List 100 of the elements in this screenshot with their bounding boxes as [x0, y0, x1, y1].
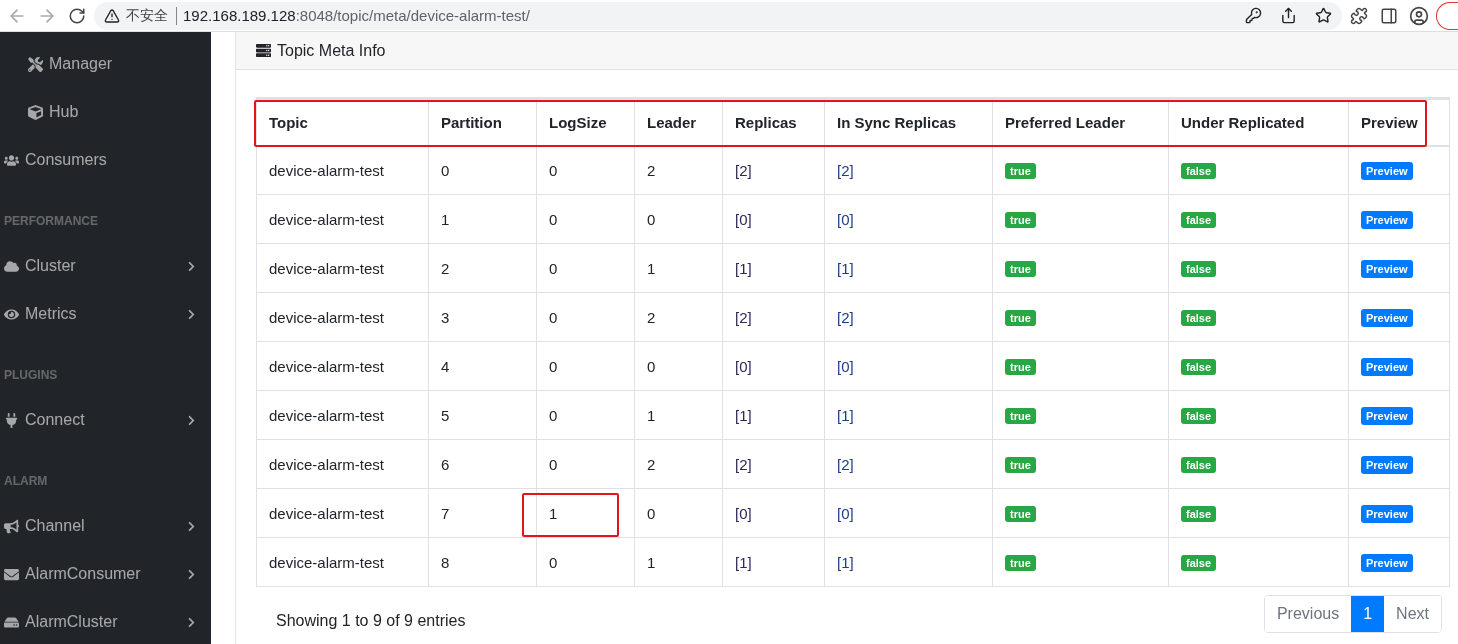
table-cell: [2]	[824, 145, 993, 195]
table-cell: [1]	[824, 390, 993, 440]
table-cell: 2	[634, 292, 723, 342]
table-cell: 0	[536, 243, 635, 293]
table-cell: device-alarm-test	[256, 488, 429, 538]
sidebar-item[interactable]: Consumers	[0, 136, 211, 184]
table-cell: 0	[536, 390, 635, 440]
security-label: 不安全	[126, 6, 177, 25]
table-cell: 1	[634, 243, 723, 293]
table-cell: [0]	[824, 194, 993, 244]
status-badge: true	[1005, 506, 1036, 522]
table-cell: 7	[428, 488, 537, 538]
sidebar-item[interactable]: AlarmConsumer	[0, 550, 211, 598]
table-cell: [0]	[722, 194, 825, 244]
entries-info: Showing 1 to 9 of 9 entries	[276, 611, 466, 630]
table-cell: [2]	[722, 292, 825, 342]
table-cell: [0]	[722, 488, 825, 538]
status-badge: true	[1005, 359, 1036, 375]
section-heading: ALARM	[4, 474, 48, 488]
table-cell: [0]	[824, 488, 993, 538]
status-badge: true	[1005, 310, 1036, 326]
preview-button[interactable]: Preview	[1361, 357, 1413, 376]
status-badge: false	[1181, 310, 1217, 326]
sidebar-item[interactable]: Manager	[0, 40, 211, 88]
share-icon[interactable]	[1280, 7, 1297, 24]
status-badge: true	[1005, 212, 1036, 228]
table-cell: 2	[634, 439, 723, 489]
table-cell: device-alarm-test	[256, 194, 429, 244]
plug-icon	[4, 412, 19, 428]
status-badge: false	[1181, 163, 1217, 180]
status-badge: false	[1181, 506, 1217, 522]
table-cell: 0	[536, 341, 635, 391]
status-badge: false	[1181, 457, 1217, 473]
preview-button[interactable]: Preview	[1361, 504, 1413, 523]
table-cell: [1]	[824, 537, 993, 587]
section-heading: PLUGINS	[4, 368, 58, 382]
preview-button[interactable]: Preview	[1361, 210, 1413, 229]
star-icon[interactable]	[1315, 7, 1332, 24]
status-badge: false	[1181, 359, 1217, 375]
table-cell: 2	[428, 243, 537, 293]
envelope-icon	[4, 566, 19, 582]
url-host: 192.168.189.128	[183, 7, 296, 24]
sidebar-item[interactable]: Cluster	[0, 242, 211, 290]
table-cell: 3	[428, 292, 537, 342]
preview-button[interactable]: Preview	[1361, 406, 1413, 425]
table-cell: 4	[428, 341, 537, 391]
table-cell: 0	[536, 439, 635, 489]
server-icon	[256, 43, 271, 58]
table-cell: 0	[536, 537, 635, 587]
table-cell: [0]	[824, 341, 993, 391]
tools-icon	[28, 56, 43, 72]
sidebar-item[interactable]: Connect	[0, 396, 211, 444]
table-cell: device-alarm-test	[256, 537, 429, 587]
preview-button[interactable]: Preview	[1361, 161, 1413, 180]
sidebar-item[interactable]: Hub	[0, 88, 211, 136]
preview-button[interactable]: Preview	[1361, 308, 1413, 327]
status-badge: true	[1005, 163, 1036, 180]
table-cell: 2	[634, 145, 723, 195]
table-cell: 8	[428, 537, 537, 587]
preview-button[interactable]: Preview	[1361, 553, 1413, 572]
status-badge: true	[1005, 408, 1036, 424]
table-cell: [1]	[722, 390, 825, 440]
table-cell: 1	[634, 537, 723, 587]
sidebar-item[interactable]: AlarmCluster	[0, 598, 211, 644]
status-badge: false	[1181, 261, 1217, 277]
cube-icon	[28, 104, 43, 120]
sidebar-item[interactable]: Metrics	[0, 290, 211, 338]
preview-button[interactable]: Preview	[1361, 455, 1413, 474]
status-badge: true	[1005, 261, 1036, 277]
table-cell: 0	[536, 292, 635, 342]
table-cell: 1	[634, 390, 723, 440]
warning-icon	[104, 7, 120, 24]
address-bar[interactable]: 不安全 192.168.189.128:8048/topic/meta/device-alarm-test/	[94, 1, 1342, 30]
card-title: Topic Meta Info	[277, 41, 386, 60]
key-icon[interactable]	[1245, 7, 1262, 24]
sidebar-item[interactable]: Channel	[0, 502, 211, 550]
users-icon	[4, 152, 19, 168]
table-cell: 0	[536, 194, 635, 244]
table-cell: 5	[428, 390, 537, 440]
url-path: :8048/topic/meta/device-alarm-test/	[295, 7, 530, 24]
table-cell: [2]	[722, 439, 825, 489]
bullhorn-icon	[4, 518, 19, 534]
table-cell: device-alarm-test	[256, 439, 429, 489]
page-link[interactable]: 1	[1351, 596, 1385, 632]
table-cell: device-alarm-test	[256, 390, 429, 440]
table-cell: device-alarm-test	[256, 341, 429, 391]
table-cell: [2]	[722, 145, 825, 195]
table-cell: 0	[536, 145, 635, 195]
status-badge: true	[1005, 457, 1036, 473]
table-cell: [1]	[824, 243, 993, 293]
preview-button[interactable]: Preview	[1361, 259, 1413, 278]
table-cell: [0]	[722, 341, 825, 391]
status-badge: false	[1181, 212, 1217, 228]
table-cell: 0	[428, 145, 537, 195]
table-cell: [2]	[824, 439, 993, 489]
table-cell: device-alarm-test	[256, 243, 429, 293]
table-cell: [1]	[722, 243, 825, 293]
status-badge: true	[1005, 555, 1036, 571]
status-badge: false	[1181, 408, 1217, 424]
table-cell: 1	[428, 194, 537, 244]
